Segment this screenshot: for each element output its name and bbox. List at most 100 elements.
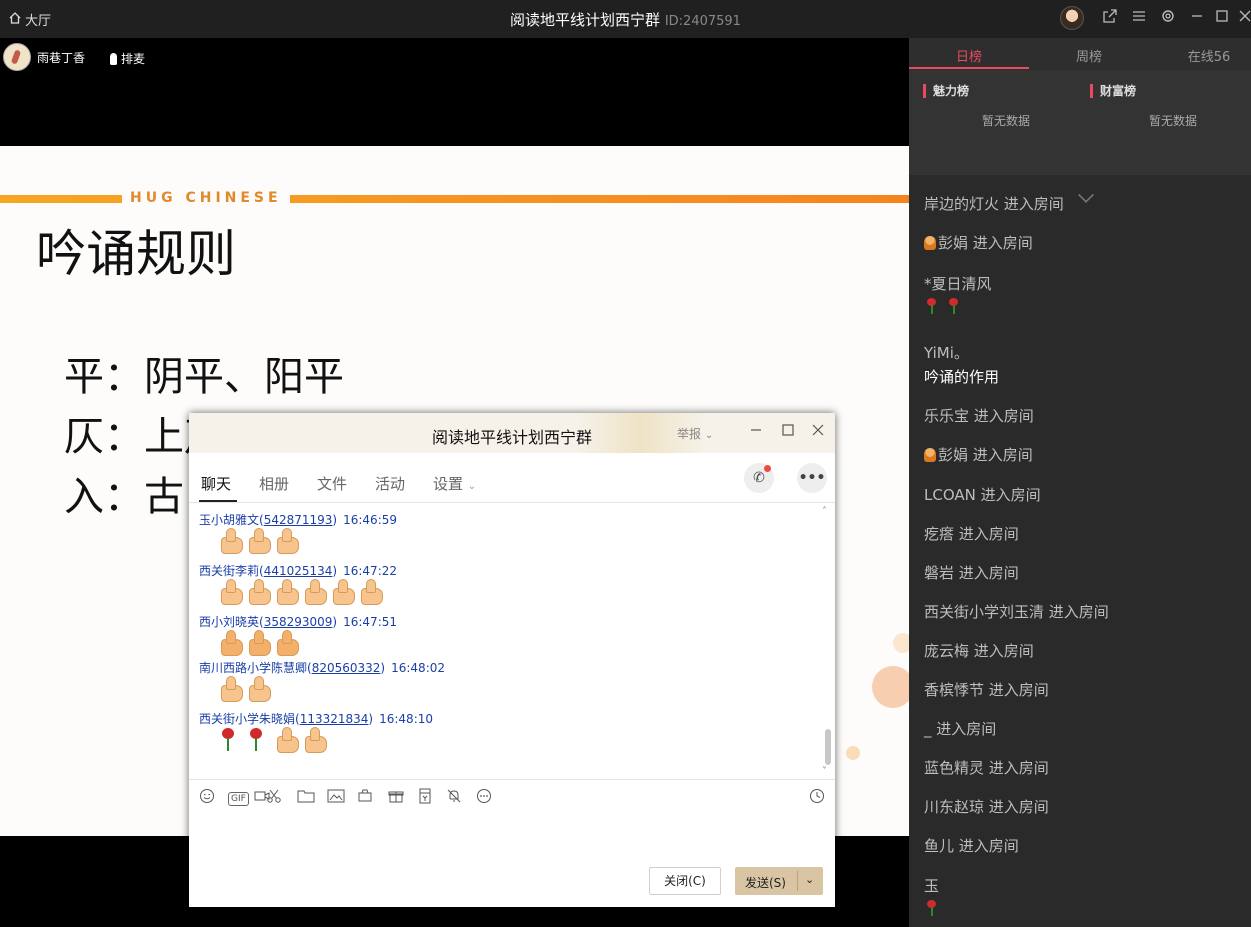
phone-call-button[interactable]: ✆ xyxy=(744,463,774,493)
sender-name[interactable]: 南川西路小学陈慧卿 xyxy=(199,661,307,675)
message-body xyxy=(217,578,383,605)
feed-text: 乐乐宝 进入房间 xyxy=(924,407,1034,425)
decor-dot xyxy=(872,666,909,708)
folder-icon[interactable] xyxy=(296,788,316,808)
feed-item xyxy=(924,297,968,319)
message-time: 16:48:10 xyxy=(379,712,434,726)
feed-text: 西关街小学刘玉清 进入房间 xyxy=(924,603,1109,621)
scrollbar[interactable] xyxy=(825,729,831,765)
message-time: 16:46:59 xyxy=(343,513,398,527)
chat-tabs: 聊天 相册 文件 活动 设置 ⌄ ✆ ••• xyxy=(189,453,835,503)
share-icon[interactable] xyxy=(1100,8,1120,28)
feed-item: YiMi。 xyxy=(924,342,969,363)
feed-text: 彭娟 进入房间 xyxy=(938,234,1033,252)
mic-queue-button[interactable]: 排麦 xyxy=(110,50,145,67)
scissors-icon[interactable] xyxy=(264,788,284,808)
wealth-rank-label: 财富榜 xyxy=(1090,84,1136,98)
feed-item: 吟诵的作用 xyxy=(924,366,999,387)
sender-qq-link[interactable]: 113321834 xyxy=(300,712,369,726)
minimize-icon[interactable] xyxy=(747,423,765,441)
thumbs-up-icon xyxy=(273,629,299,656)
message-body xyxy=(217,726,327,753)
message-header: 玉小胡雅文(542871193) 16:46:59 xyxy=(199,513,398,527)
tab-album[interactable]: 相册 xyxy=(259,473,289,494)
scroll-down-icon[interactable]: ˅ xyxy=(822,766,827,777)
user-badge-icon xyxy=(924,236,936,250)
chat-header: 阅读地平线计划西宁群 举报 ⌄ xyxy=(189,413,835,453)
sender-qq-link[interactable]: 542871193 xyxy=(264,513,333,527)
chevron-down-icon[interactable] xyxy=(1078,187,1094,203)
message-list[interactable]: ˄ ˅ 玉小胡雅文(542871193) 16:46:59 西关街李莉(441025… xyxy=(189,504,835,779)
feed-text: *夏日清风 xyxy=(924,275,992,293)
feed-text: 岸边的灯火 进入房间 xyxy=(924,195,1064,213)
close-button[interactable]: 关闭(C) xyxy=(649,867,721,895)
tab-chat[interactable]: 聊天 xyxy=(201,473,231,494)
tab-activity[interactable]: 活动 xyxy=(375,473,405,494)
wealth-rank-empty: 暂无数据 xyxy=(1149,114,1198,128)
thumbs-up-icon xyxy=(217,629,243,656)
tab-online[interactable]: 在线56 xyxy=(1149,46,1251,65)
maximize-icon[interactable] xyxy=(779,423,797,441)
user-avatar[interactable] xyxy=(1060,6,1084,30)
decor-dot xyxy=(846,746,860,760)
chat-toolbar: GIF xyxy=(189,779,835,815)
emoji-icon[interactable] xyxy=(197,788,217,808)
message-header: 南川西路小学陈慧卿(820560332) 16:48:02 xyxy=(199,661,446,675)
sender-qq-link[interactable]: 820560332 xyxy=(312,661,381,675)
thumbs-up-icon xyxy=(217,527,243,554)
sender-name[interactable]: 西小刘晓英 xyxy=(199,615,259,629)
close-icon[interactable] xyxy=(809,423,827,441)
tab-daily[interactable]: 日榜 xyxy=(909,46,1029,65)
minimize-icon[interactable] xyxy=(1187,8,1207,28)
gif-icon[interactable]: GIF xyxy=(228,792,249,806)
decor-dot xyxy=(893,633,909,653)
slide-line-3: 入：古 xyxy=(64,474,184,520)
feed-item: 西关街小学刘玉清 进入房间 xyxy=(924,601,1109,622)
feed-item: 川东赵琼 进入房间 xyxy=(924,796,1049,817)
screen-share-icon[interactable] xyxy=(355,788,375,808)
gear-icon[interactable] xyxy=(1158,8,1178,28)
sender-qq-link[interactable]: 358293009 xyxy=(264,615,333,629)
close-icon[interactable] xyxy=(1235,8,1251,28)
sender-name[interactable]: 玉小胡雅文 xyxy=(199,513,259,527)
sender-qq-link[interactable]: 441025134 xyxy=(264,564,333,578)
thumbs-up-icon xyxy=(301,578,327,605)
feed-item: _ 进入房间 xyxy=(924,718,996,739)
more-button[interactable]: ••• xyxy=(797,463,827,493)
chevron-down-icon[interactable]: ⌄ xyxy=(805,873,814,886)
bell-off-icon[interactable] xyxy=(444,788,464,808)
message-time: 16:48:02 xyxy=(391,661,446,675)
feed-item xyxy=(924,899,946,921)
more-options-icon[interactable] xyxy=(474,788,494,808)
feed-text: 庞云梅 进入房间 xyxy=(924,642,1034,660)
thumbs-up-icon xyxy=(217,578,243,605)
scroll-up-icon[interactable]: ˄ xyxy=(822,506,827,517)
tab-files[interactable]: 文件 xyxy=(317,473,347,494)
sender-name[interactable]: 西关街小学朱晓娟 xyxy=(199,712,295,726)
thumbs-up-icon xyxy=(329,578,355,605)
feed-text: 彭娟 进入房间 xyxy=(938,446,1033,464)
thumbs-up-icon xyxy=(245,527,271,554)
rose-icon xyxy=(245,726,267,752)
host-name: 雨巷丁香 xyxy=(37,50,86,65)
sender-name[interactable]: 西关街李莉 xyxy=(199,564,259,578)
title-bar: 大厅 阅读地平线计划西宁群 ID:2407591 xyxy=(0,0,1251,38)
rank-box: 魅力榜 财富榜 暂无数据 暂无数据 xyxy=(909,70,1251,203)
message-input[interactable] xyxy=(189,815,835,860)
red-packet-icon[interactable] xyxy=(415,788,435,808)
message-time: 16:47:22 xyxy=(343,564,398,578)
tab-weekly[interactable]: 周榜 xyxy=(1029,46,1149,65)
history-clock-icon[interactable] xyxy=(807,788,827,808)
feed-item: 彭娟 进入房间 xyxy=(924,444,1033,465)
maximize-icon[interactable] xyxy=(1212,8,1232,28)
right-panel: 日榜 周榜 在线56 魅力榜 财富榜 暂无数据 暂无数据 岸边的灯火 进入房间彭… xyxy=(909,38,1251,927)
menu-icon[interactable] xyxy=(1129,8,1149,28)
image-icon[interactable] xyxy=(326,788,346,808)
active-chat-tab-indicator xyxy=(199,500,237,502)
report-button[interactable]: 举报 ⌄ xyxy=(677,425,713,442)
send-button[interactable]: 发送(S) ⌄ xyxy=(735,867,823,895)
host-info[interactable]: 雨巷丁香 xyxy=(3,43,85,71)
tab-settings[interactable]: 设置 ⌄ xyxy=(433,473,476,494)
gift-icon[interactable] xyxy=(386,788,406,808)
host-avatar[interactable] xyxy=(3,43,31,71)
